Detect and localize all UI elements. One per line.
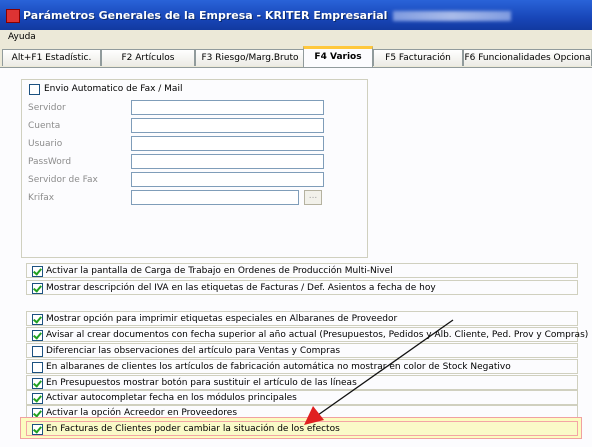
- option-label: En Facturas de Clientes poder cambiar la…: [46, 424, 340, 434]
- fax-auto-label: Envio Automatico de Fax / Mail: [44, 84, 183, 94]
- option-checkbox[interactable]: [32, 393, 43, 404]
- option-checkbox[interactable]: [32, 266, 43, 277]
- tab-bar: Alt+F1 Estadístic. F2 Artículos F3 Riesg…: [0, 45, 592, 68]
- menu-ayuda[interactable]: Ayuda: [8, 32, 36, 42]
- option-row[interactable]: Diferenciar las observaciones del artícu…: [26, 343, 578, 358]
- option-label: Diferenciar las observaciones del artícu…: [46, 346, 341, 356]
- option-row[interactable]: Activar la pantalla de Carga de Trabajo …: [26, 263, 578, 278]
- servidor-fax-input[interactable]: [131, 172, 324, 187]
- option-label: Avisar al crear documentos con fecha sup…: [46, 330, 589, 340]
- tab-riesgo[interactable]: F3 Riesgo/Marg.Bruto: [195, 49, 305, 66]
- tab-funcionalidades[interactable]: F6 Funcionalidades Opciona: [463, 49, 592, 66]
- servidor-label: Servidor: [28, 103, 66, 113]
- option-row[interactable]: Activar autocompletar fecha en los módul…: [26, 390, 578, 405]
- option-row[interactable]: En Presupuestos mostrar botón para susti…: [26, 375, 578, 390]
- option-checkbox[interactable]: [32, 283, 43, 294]
- usuario-input[interactable]: [131, 136, 324, 151]
- title-bar: Parámetros Generales de la Empresa - KRI…: [0, 0, 592, 31]
- option-checkbox[interactable]: [32, 314, 43, 325]
- servidor-input[interactable]: [131, 100, 324, 115]
- usuario-label: Usuario: [28, 139, 63, 149]
- servidor-fax-label: Servidor de Fax: [28, 175, 98, 185]
- app-icon: [6, 9, 20, 23]
- tab-estadisticas[interactable]: Alt+F1 Estadístic.: [2, 49, 101, 66]
- tab-facturacion[interactable]: F5 Facturación: [373, 49, 463, 66]
- option-label: Activar autocompletar fecha en los módul…: [46, 393, 297, 403]
- option-label: Mostrar opción para imprimir etiquetas e…: [46, 314, 398, 324]
- option-label: Mostrar descripción del IVA en las etiqu…: [46, 283, 436, 293]
- password-label: PassWord: [28, 157, 72, 167]
- tab-varios[interactable]: F4 Varios: [303, 46, 373, 67]
- option-row[interactable]: Avisar al crear documentos con fecha sup…: [26, 327, 588, 342]
- option-row[interactable]: Mostrar opción para imprimir etiquetas e…: [26, 311, 578, 326]
- cuenta-label: Cuenta: [28, 121, 61, 131]
- redacted-text: [393, 11, 512, 21]
- tab-content: Envio Automatico de Fax / Mail Servidor …: [0, 68, 592, 447]
- krifax-label: Krifax: [28, 193, 55, 203]
- krifax-input[interactable]: [131, 190, 299, 205]
- option-label: Activar la pantalla de Carga de Trabajo …: [46, 266, 393, 276]
- option-checkbox[interactable]: [32, 362, 43, 373]
- option-row-highlighted[interactable]: En Facturas de Clientes poder cambiar la…: [26, 421, 578, 436]
- option-label: En Presupuestos mostrar botón para susti…: [46, 378, 357, 388]
- krifax-browse-button[interactable]: ...: [304, 190, 322, 205]
- cuenta-input[interactable]: [131, 118, 324, 133]
- option-checkbox[interactable]: [32, 330, 43, 341]
- option-row[interactable]: Mostrar descripción del IVA en las etiqu…: [26, 280, 578, 295]
- menu-bar: Ayuda: [0, 30, 592, 45]
- window-title: Parámetros Generales de la Empresa - KRI…: [23, 9, 512, 22]
- option-label: En albaranes de clientes los artículos d…: [46, 362, 511, 372]
- option-row[interactable]: En albaranes de clientes los artículos d…: [26, 359, 578, 374]
- option-checkbox[interactable]: [32, 346, 43, 357]
- password-input[interactable]: [131, 154, 324, 169]
- option-checkbox[interactable]: [32, 378, 43, 389]
- fax-auto-checkbox[interactable]: [29, 84, 40, 95]
- tab-articulos[interactable]: F2 Artículos: [101, 49, 195, 66]
- option-checkbox[interactable]: [32, 424, 43, 435]
